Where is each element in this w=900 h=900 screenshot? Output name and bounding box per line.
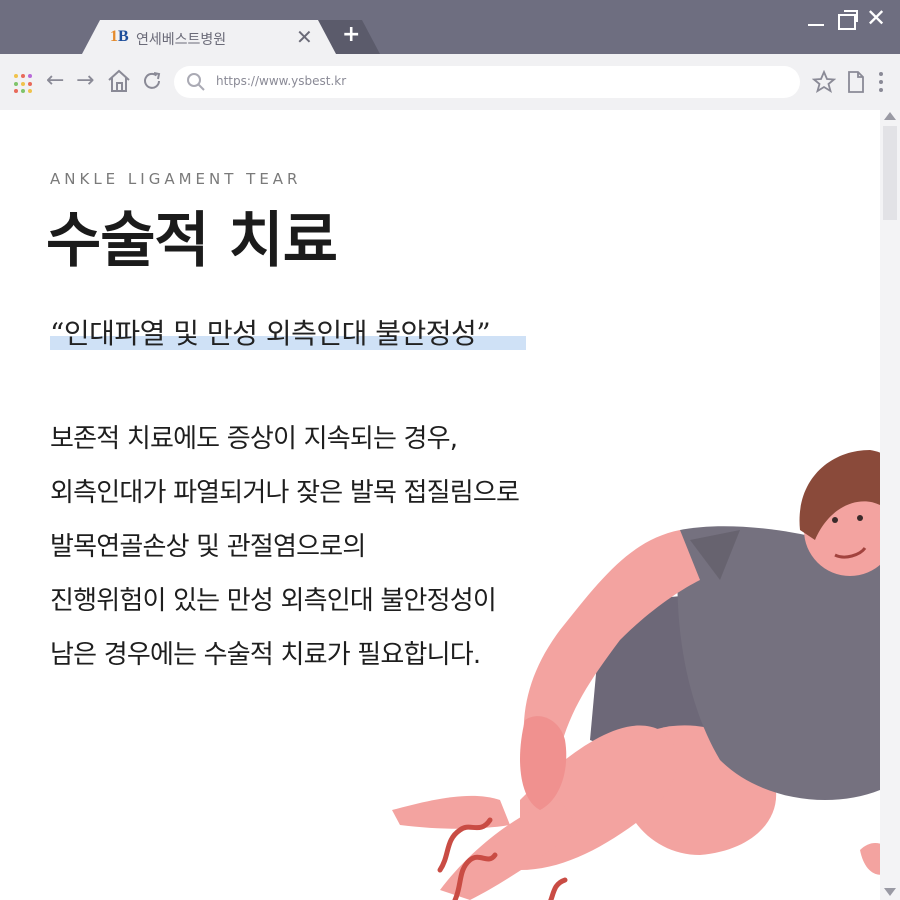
page-icon[interactable]	[846, 70, 866, 94]
page-content: ANKLE LIGAMENT TEAR 수술적 치료 “인대파열 및 만성 외측…	[0, 110, 880, 900]
quote-text: “인대파열 및 만성 외측인대 불안정성”	[50, 317, 491, 350]
browser-tab[interactable]: 1B 연세베스트병원 ✕	[82, 20, 338, 54]
scrollbar-thumb[interactable]	[883, 126, 897, 220]
url-text: https://www.ysbest.kr	[216, 74, 347, 88]
browser-toolbar: ← → https://www.ysbest.kr	[0, 54, 900, 110]
back-icon[interactable]: ←	[46, 68, 64, 94]
url-bar[interactable]: https://www.ysbest.kr	[174, 66, 800, 98]
apps-icon[interactable]	[14, 74, 34, 94]
browser-titlebar: 1B 연세베스트병원 ✕ + ✕	[0, 0, 900, 54]
hospital-logo-icon: 1B	[110, 28, 129, 45]
eyebrow-label: ANKLE LIGAMENT TEAR	[50, 170, 302, 188]
plus-icon: +	[342, 22, 361, 47]
injured-ankle-illustration	[392, 450, 880, 900]
restore-icon[interactable]	[838, 14, 856, 30]
menu-icon[interactable]	[876, 70, 886, 94]
vertical-scrollbar[interactable]	[880, 110, 900, 900]
scroll-up-icon[interactable]	[884, 112, 896, 120]
reload-icon[interactable]	[140, 69, 164, 93]
home-icon[interactable]	[106, 68, 132, 94]
tab-close-icon[interactable]: ✕	[296, 25, 313, 49]
window-close-icon[interactable]: ✕	[866, 6, 886, 30]
scroll-down-icon[interactable]	[884, 888, 896, 896]
forward-icon[interactable]: →	[76, 68, 94, 94]
tab-title: 연세베스트병원	[136, 32, 227, 48]
search-icon	[187, 73, 205, 91]
minimize-icon[interactable]	[808, 24, 824, 26]
page-title: 수술적 치료	[46, 206, 338, 276]
star-icon[interactable]	[812, 70, 836, 94]
